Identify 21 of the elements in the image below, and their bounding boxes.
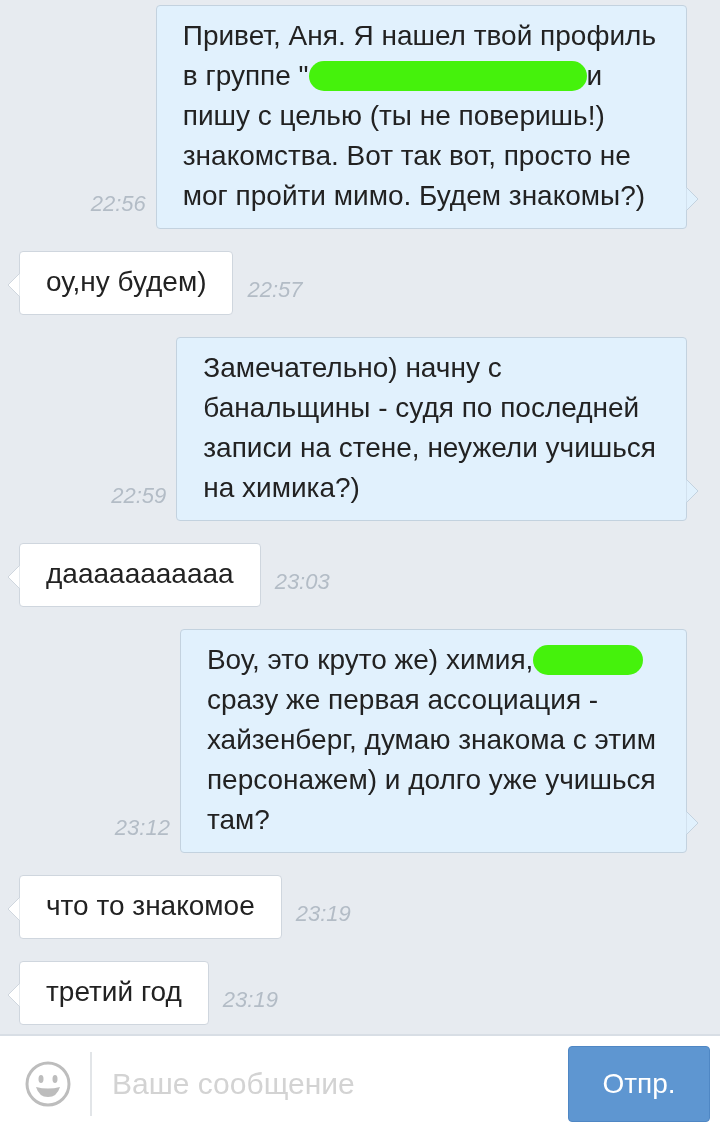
message-text: сразу же первая ассоциация - (206, 684, 599, 716)
message-text: знакомства. Вот так вот, просто не (182, 140, 631, 172)
message-text: и (586, 60, 603, 92)
message-text: мог пройти мимо. Будем знакомы?) (182, 180, 646, 212)
message-text: записи на стене, неужели учишься (203, 432, 656, 464)
message-text: Воу, это круто же) химия, (206, 644, 534, 676)
send-button[interactable]: Отпр. (568, 1046, 710, 1122)
smiley-icon[interactable] (24, 1060, 72, 1108)
message-text: на химика?) (203, 472, 360, 504)
message-text: в группе " (182, 60, 309, 92)
message-text: Замечательно) начну с (203, 352, 502, 384)
message-text: банальщины - судя по последней (203, 392, 640, 424)
message-text: что то знакомое (46, 890, 255, 922)
message-text: оу,ну будем) (46, 266, 207, 298)
message-text: третий год (46, 976, 182, 1008)
message-text: хайзенберг, думаю знакома с этим (206, 724, 656, 756)
message-text: персонажем) и долго уже учишься (206, 764, 656, 796)
message-text: дааааааааааа (46, 558, 234, 590)
message-text: там? (206, 804, 270, 836)
message-text: Привет, Аня. Я нашел твой профиль (182, 20, 656, 52)
message-text: пишу с целью (ты не поверишь!) (182, 100, 605, 132)
